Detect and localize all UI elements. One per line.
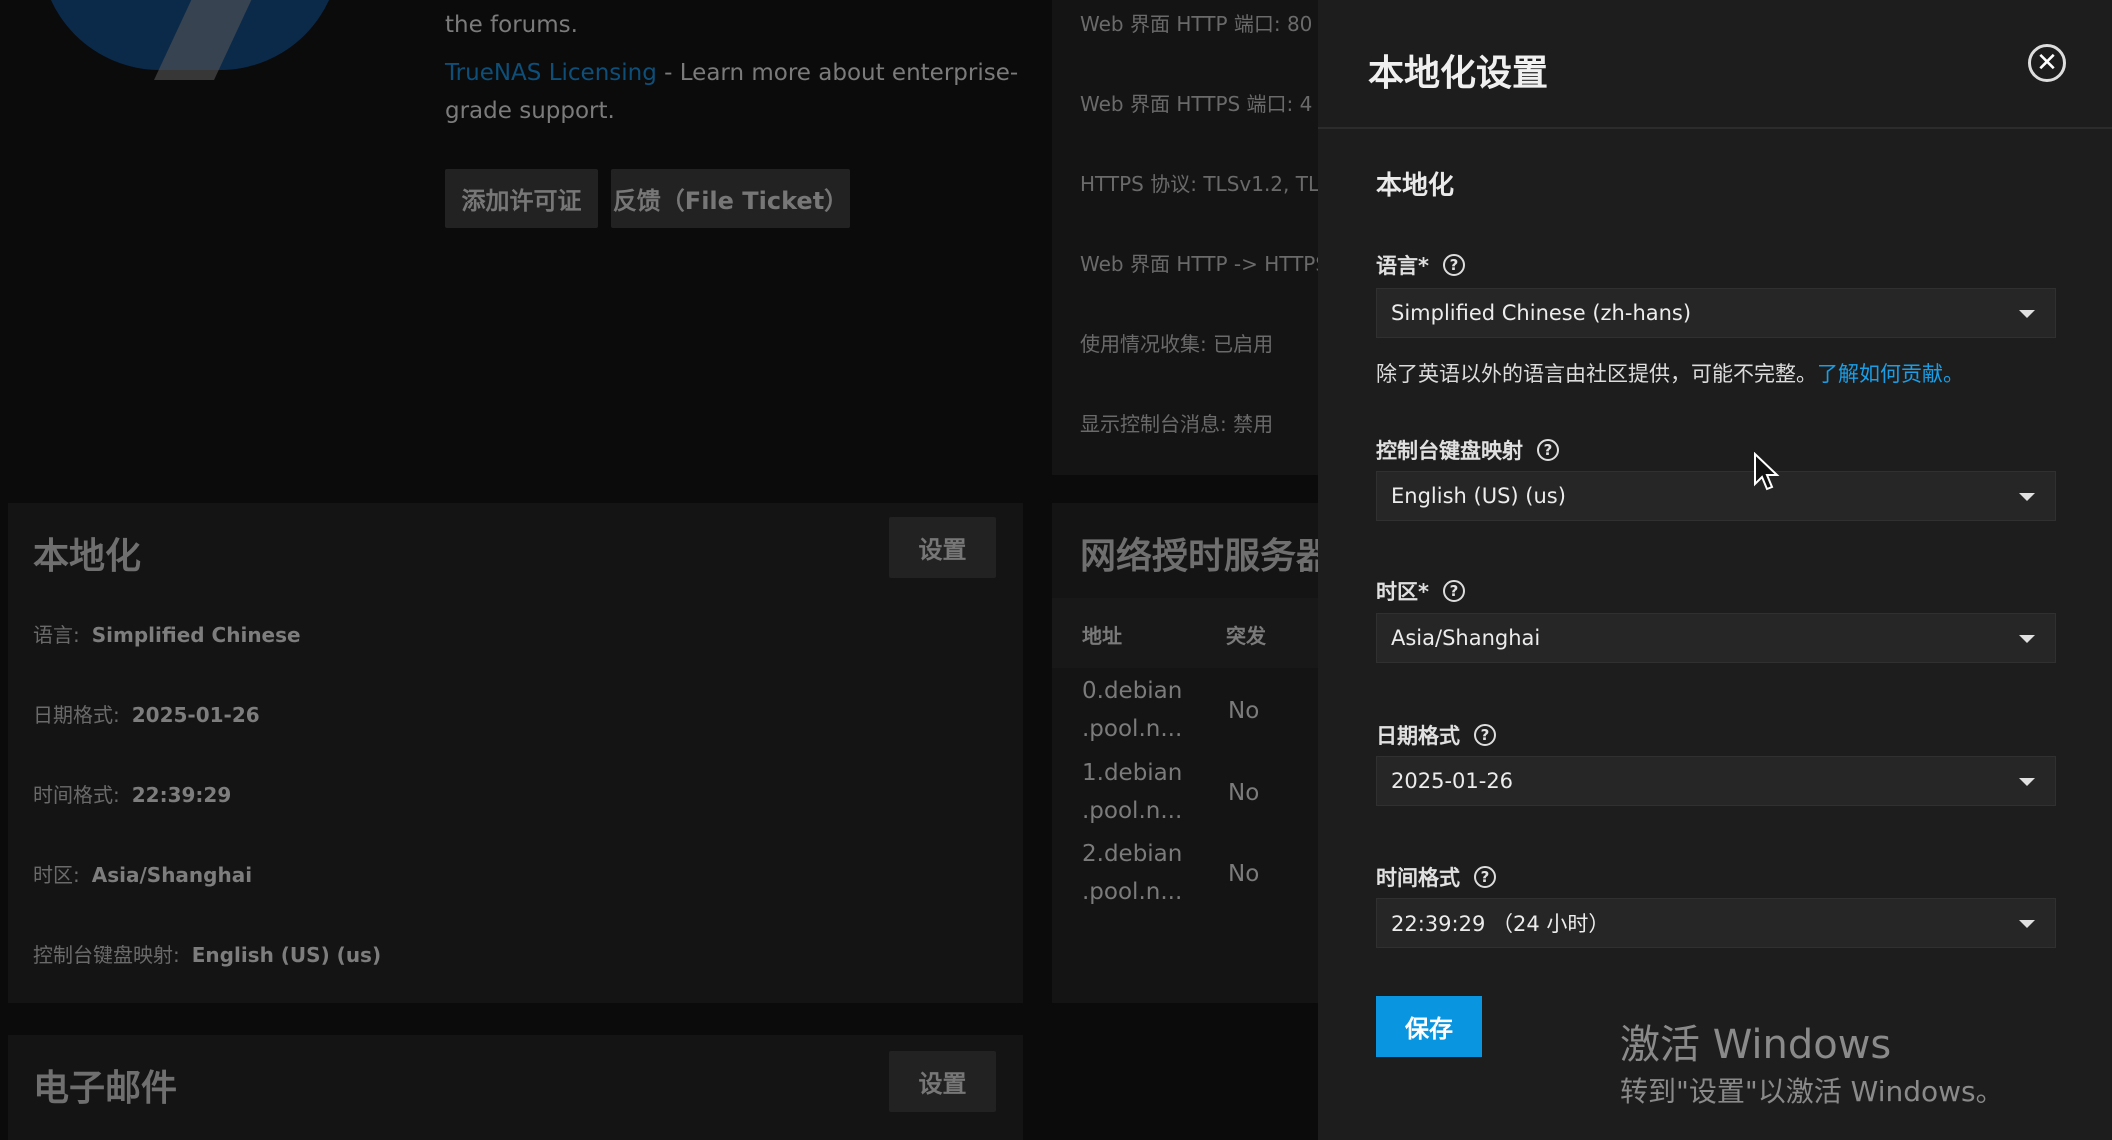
gui-card: Web 界面 HTTP 端口: 80 Web 界面 HTTPS 端口: 4 HT…: [1052, 0, 1318, 475]
timezone-select[interactable]: Asia/Shanghai: [1376, 613, 2056, 663]
loc-keyboard: 控制台键盘映射: English (US) (us): [33, 943, 382, 967]
windows-activation-subtitle: 转到"设置"以激活 Windows。: [1620, 1075, 2004, 1108]
save-button[interactable]: 保存: [1376, 996, 1482, 1057]
gui-http-redirect: Web 界面 HTTP -> HTTPS: [1080, 252, 1318, 276]
ntp-burst: No: [1228, 780, 1260, 806]
time-format-label: 时间格式 ?: [1376, 862, 1496, 892]
ntp-table-header: 地址 突发: [1052, 598, 1318, 668]
help-icon[interactable]: ?: [1442, 254, 1465, 276]
chevron-down-icon: [2019, 778, 2035, 786]
gui-console-messages: 显示控制台消息: 禁用: [1080, 412, 1274, 436]
ntp-col-address: 地址: [1082, 624, 1122, 648]
help-icon[interactable]: ?: [1537, 439, 1559, 461]
support-forums-text: the forums.: [445, 12, 578, 38]
background-page: the forums. TrueNAS Licensing - Learn mo…: [0, 0, 1318, 1140]
loc-time-format: 时间格式: 22:39:29: [33, 783, 232, 807]
support-licensing-line: TrueNAS Licensing - Learn more about ent…: [445, 60, 1018, 86]
help-icon[interactable]: ?: [1474, 866, 1496, 888]
ntp-address-cont: .pool.n...: [1082, 879, 1183, 905]
chevron-down-icon: [2019, 635, 2035, 643]
panel-title: 本地化设置: [1368, 53, 1549, 94]
licensing-text: - Learn more about enterprise-: [656, 60, 1019, 86]
panel-header: 本地化设置 ✕: [1318, 0, 2112, 129]
language-hint: 除了英语以外的语言由社区提供，可能不完整。了解如何贡献。: [1376, 358, 1964, 388]
chevron-down-icon: [2019, 310, 2035, 318]
help-icon[interactable]: ?: [1474, 724, 1496, 746]
timezone-label: 时区* ?: [1376, 576, 1465, 606]
localization-settings-panel: 本地化设置 ✕ 本地化 语言* ? Simplified Chinese (zh…: [1318, 0, 2112, 1140]
gui-usage-collection: 使用情况收集: 已启用: [1080, 332, 1274, 356]
gui-http-port: Web 界面 HTTP 端口: 80: [1080, 12, 1313, 36]
time-format-label-text: 时间格式: [1376, 866, 1460, 890]
language-label: 语言* ?: [1376, 250, 1465, 280]
keyboard-label: 控制台键盘映射 ?: [1376, 435, 1559, 465]
close-button[interactable]: ✕: [2028, 44, 2066, 82]
ntp-address-cont: .pool.n...: [1082, 798, 1183, 824]
ntp-burst: No: [1228, 861, 1260, 887]
gui-https-protocol: HTTPS 协议: TLSv1.2, TL: [1080, 172, 1318, 196]
chevron-down-icon: [2019, 493, 2035, 501]
language-value: Simplified Chinese (zh-hans): [1391, 301, 1692, 325]
timezone-label-text: 时区*: [1376, 580, 1429, 604]
ntp-address-cont: .pool.n...: [1082, 716, 1183, 742]
contribute-link[interactable]: 了解如何贡献。: [1817, 362, 1964, 386]
windows-activation-title: 激活 Windows: [1620, 1022, 1892, 1068]
localization-card-title: 本地化: [33, 536, 142, 577]
help-icon[interactable]: ?: [1442, 580, 1465, 602]
ntp-address: 2.debian: [1082, 841, 1183, 867]
email-settings-button[interactable]: 设置: [889, 1051, 996, 1112]
date-format-select[interactable]: 2025-01-26: [1376, 756, 2056, 806]
ntp-card-title: 网络授时服务器: [1080, 536, 1318, 577]
hint-text: 除了英语以外的语言由社区提供，可能不完整。: [1376, 362, 1817, 386]
ntp-col-burst: 突发: [1226, 624, 1266, 648]
ntp-burst: No: [1228, 698, 1260, 724]
cursor-icon: [1754, 452, 1780, 491]
date-format-value: 2025-01-26: [1391, 769, 1514, 793]
loc-language: 语言: Simplified Chinese: [33, 623, 301, 647]
language-select[interactable]: Simplified Chinese (zh-hans): [1376, 288, 2056, 338]
localization-settings-button[interactable]: 设置: [889, 517, 996, 578]
gui-https-port: Web 界面 HTTPS 端口: 4: [1080, 92, 1313, 116]
email-card-title: 电子邮件: [33, 1068, 178, 1109]
close-icon: ✕: [2036, 48, 2058, 78]
add-license-button[interactable]: 添加许可证: [445, 169, 598, 228]
file-ticket-button[interactable]: 反馈（File Ticket）: [611, 169, 850, 228]
loc-timezone: 时区: Asia/Shanghai: [33, 863, 253, 887]
chevron-down-icon: [2019, 920, 2035, 928]
timezone-value: Asia/Shanghai: [1391, 626, 1541, 650]
keyboard-select[interactable]: English (US) (us): [1376, 471, 2056, 521]
date-format-label: 日期格式 ?: [1376, 720, 1496, 750]
ntp-address: 0.debian: [1082, 678, 1183, 704]
time-format-select[interactable]: 22:39:29 （24 小时）: [1376, 898, 2056, 948]
language-label-text: 语言*: [1376, 254, 1429, 278]
ntp-address: 1.debian: [1082, 760, 1183, 786]
keyboard-label-text: 控制台键盘映射: [1376, 439, 1523, 463]
ntp-card: 网络授时服务器 地址 突发 0.debian .pool.n... No 1.d…: [1052, 503, 1318, 1003]
section-title: 本地化: [1376, 171, 1455, 201]
loc-date-format: 日期格式: 2025-01-26: [33, 703, 260, 727]
email-card: 电子邮件 设置: [8, 1035, 1023, 1140]
localization-card: 本地化 设置 语言: Simplified Chinese 日期格式: 2025-0…: [8, 503, 1023, 1003]
licensing-link[interactable]: TrueNAS Licensing: [445, 60, 657, 86]
keyboard-value: English (US) (us): [1391, 484, 1566, 508]
time-format-value: 22:39:29 （24 小时）: [1391, 912, 1610, 936]
licensing-text-2: grade support.: [445, 98, 615, 124]
date-format-label-text: 日期格式: [1376, 724, 1460, 748]
